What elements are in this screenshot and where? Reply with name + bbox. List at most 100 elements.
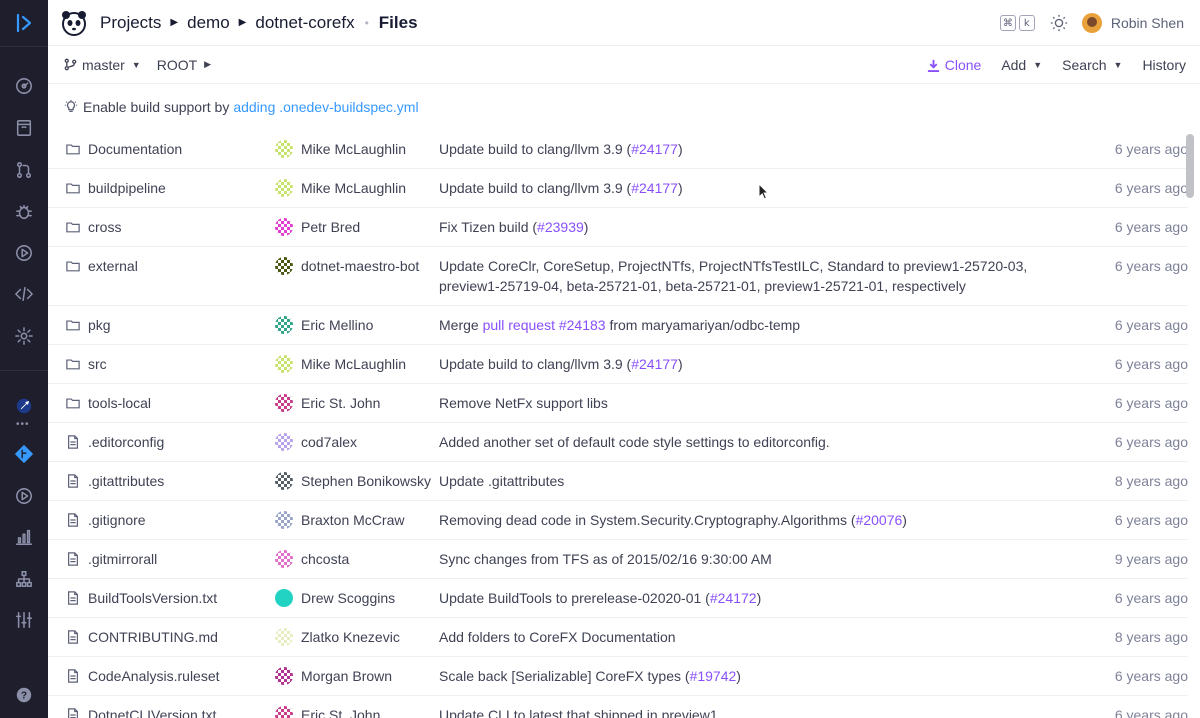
commit-message-tail[interactable]: )	[678, 356, 683, 372]
table-row[interactable]: external dotnet-maestro-bot Update CoreClr…	[48, 247, 1188, 306]
commit-message[interactable]: Fix Tizen build (	[439, 219, 537, 235]
user-avatar[interactable]	[1081, 13, 1102, 33]
table-row[interactable]: CONTRIBUTING.md Zlatko Knezevic Add folder…	[48, 618, 1188, 657]
file-name-link[interactable]: CodeAnalysis.ruleset	[88, 666, 220, 686]
search-label: Search	[1062, 57, 1107, 73]
file-name-link[interactable]: BuildToolsVersion.txt	[88, 588, 217, 608]
commit-message[interactable]: Update BuildTools to prerelease-02020-01…	[439, 590, 710, 606]
commit-link[interactable]: #24177	[631, 356, 678, 372]
breadcrumb-projects[interactable]: Projects	[100, 13, 161, 33]
add-menu-button[interactable]: Add ▼	[1001, 57, 1042, 73]
commit-link[interactable]: #23939	[537, 219, 584, 235]
scrollbar-thumb[interactable]	[1186, 134, 1194, 198]
git-icon[interactable]	[12, 442, 36, 466]
table-row[interactable]: BuildToolsVersion.txt Drew Scoggins Update…	[48, 579, 1188, 618]
commit-link[interactable]: #20076	[856, 512, 903, 528]
file-name-link[interactable]: Documentation	[88, 139, 182, 159]
file-name-link[interactable]: DotnetCLIVersion.txt	[88, 705, 216, 718]
shortcut-k-key[interactable]: k	[1018, 15, 1035, 31]
projects-icon[interactable]	[12, 116, 36, 140]
commit-message[interactable]: Remove NetFx support libs	[439, 395, 608, 411]
breadcrumb-repo[interactable]: dotnet-corefx	[255, 13, 354, 33]
commit-message-tail[interactable]: )	[902, 512, 907, 528]
table-row[interactable]: tools-local Eric St. John Remove NetFx sup…	[48, 384, 1188, 423]
file-name-link[interactable]: CONTRIBUTING.md	[88, 627, 218, 647]
clone-button[interactable]: Clone	[927, 57, 981, 73]
file-name-link[interactable]: .editorconfig	[88, 432, 164, 452]
commit-link[interactable]: #24177	[631, 141, 678, 157]
file-name-link[interactable]: pkg	[88, 315, 111, 335]
file-name-link[interactable]: tools-local	[88, 393, 151, 413]
commit-message[interactable]: Update .gitattributes	[439, 473, 564, 489]
help-icon[interactable]: ?	[12, 683, 36, 707]
table-row[interactable]: .gitmirrorall chcosta Sync changes from TF…	[48, 540, 1188, 579]
commit-message-tail[interactable]: )	[678, 141, 683, 157]
commit-message-tail[interactable]: from maryamariyan/odbc-temp	[606, 317, 800, 333]
search-menu-button[interactable]: Search ▼	[1062, 57, 1122, 73]
commit-link[interactable]: pull request #24183	[483, 317, 606, 333]
code-search-icon[interactable]	[12, 282, 36, 306]
table-row[interactable]: Documentation Mike McLaughlin Update build…	[48, 130, 1188, 169]
table-row[interactable]: .editorconfig cod7alex Added another set o…	[48, 423, 1188, 462]
shortcut-cmd-key[interactable]: ⌘	[999, 15, 1016, 31]
project-avatar-icon[interactable]	[60, 9, 88, 37]
issues-icon[interactable]	[12, 200, 36, 224]
table-row[interactable]: DotnetCLIVersion.txt Eric St. John Update …	[48, 696, 1188, 718]
author-cell: chcosta	[275, 540, 439, 578]
path-root[interactable]: ROOT ▶	[157, 57, 211, 73]
sliders-icon[interactable]	[12, 608, 36, 632]
branch-selector[interactable]: master ▼	[64, 57, 141, 73]
commit-message[interactable]: Added another set of default code style …	[439, 434, 830, 450]
breadcrumb-project[interactable]: demo	[187, 13, 230, 33]
rocket-icon[interactable]	[12, 394, 36, 418]
commit-message[interactable]: Update build to clang/llvm 3.9 (	[439, 180, 631, 196]
add-buildspec-link[interactable]: adding .onedev-buildspec.yml	[233, 99, 418, 115]
chart-icon[interactable]	[12, 525, 36, 549]
commit-message-tail[interactable]: )	[584, 219, 589, 235]
scrollbar[interactable]	[1186, 132, 1194, 718]
commit-message[interactable]: Add folders to CoreFX Documentation	[439, 629, 676, 645]
history-button[interactable]: History	[1142, 57, 1186, 73]
pull-requests-icon[interactable]	[12, 158, 36, 182]
commit-message[interactable]: Update build to clang/llvm 3.9 (	[439, 356, 631, 372]
play-icon[interactable]	[12, 484, 36, 508]
file-name-link[interactable]: src	[88, 354, 107, 374]
commit-message[interactable]: Scale back [Serializable] CoreFX types (	[439, 668, 690, 684]
file-name-link[interactable]: cross	[88, 217, 121, 237]
sitemap-icon[interactable]	[12, 567, 36, 591]
file-name-link[interactable]: .gitmirrorall	[88, 549, 157, 569]
commit-message-tail[interactable]: )	[736, 668, 741, 684]
dashboard-icon[interactable]	[12, 74, 36, 98]
user-name[interactable]: Robin Shen	[1111, 15, 1184, 31]
author-avatar	[275, 433, 293, 451]
file-name-link[interactable]: external	[88, 256, 138, 276]
author-name: dotnet-maestro-bot	[301, 258, 420, 274]
file-name-link[interactable]: buildpipeline	[88, 178, 166, 198]
table-row[interactable]: pkg Eric Mellino Merge pull request #24183…	[48, 306, 1188, 345]
file-name-link[interactable]: .gitignore	[88, 510, 146, 530]
table-row[interactable]: buildpipeline Mike McLaughlin Update build…	[48, 169, 1188, 208]
author-cell: Eric St. John	[275, 384, 439, 422]
table-row[interactable]: cross Petr Bred Fix Tizen build (#23939) 6 …	[48, 208, 1188, 247]
commit-message[interactable]: Update build to clang/llvm 3.9 (	[439, 141, 631, 157]
commit-link[interactable]: #19742	[690, 668, 737, 684]
settings-icon[interactable]	[12, 324, 36, 348]
commit-link[interactable]: #24172	[710, 590, 757, 606]
commit-message-tail[interactable]: )	[757, 590, 762, 606]
table-row[interactable]: .gitignore Braxton McCraw Removing dead co…	[48, 501, 1188, 540]
theme-toggle-icon[interactable]	[1050, 14, 1068, 32]
commit-message[interactable]: Merge	[439, 317, 483, 333]
more-dots-icon[interactable]: •••	[16, 419, 30, 430]
table-row[interactable]: .gitattributes Stephen Bonikowsky Update .…	[48, 462, 1188, 501]
commit-link[interactable]: #24177	[631, 180, 678, 196]
onedev-logo-icon[interactable]	[12, 11, 36, 35]
table-row[interactable]: CodeAnalysis.ruleset Morgan Brown Scale ba…	[48, 657, 1188, 696]
builds-icon[interactable]	[12, 241, 36, 265]
commit-message[interactable]: Update CLI to latest that shipped in pre…	[439, 707, 718, 718]
commit-message[interactable]: Update CoreClr, CoreSetup, ProjectNTfs, …	[439, 258, 1027, 294]
table-row[interactable]: src Mike McLaughlin Update build to clang/…	[48, 345, 1188, 384]
commit-message[interactable]: Removing dead code in System.Security.Cr…	[439, 512, 856, 528]
commit-message-tail[interactable]: )	[678, 180, 683, 196]
commit-message[interactable]: Sync changes from TFS as of 2015/02/16 9…	[439, 551, 772, 567]
file-name-link[interactable]: .gitattributes	[88, 471, 164, 491]
